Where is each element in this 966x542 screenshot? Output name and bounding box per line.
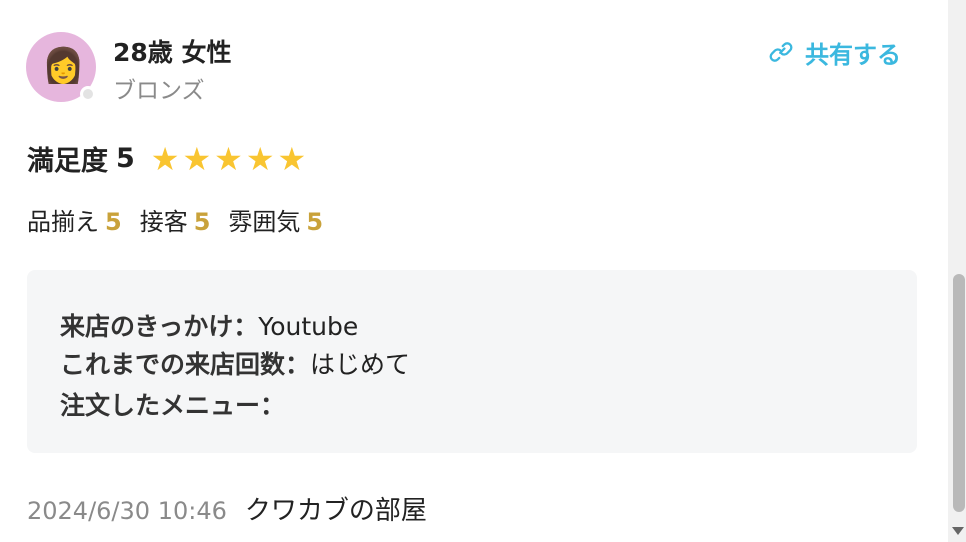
visit-trigger-row: 来店のきっかけ：Youtube bbox=[60, 307, 358, 343]
scroll-down-arrow-icon[interactable] bbox=[952, 527, 964, 535]
review-footer: 2024/6/30 10:46 クワカブの部屋 bbox=[27, 490, 427, 527]
sub-rating-score: 5 bbox=[193, 208, 211, 236]
link-icon bbox=[769, 42, 793, 62]
visit-trigger-label: 来店のきっかけ： bbox=[60, 312, 259, 341]
satisfaction-rating: 満足度 5 ★ ★ ★ ★ ★ bbox=[27, 139, 309, 178]
sub-rating-score: 5 bbox=[306, 208, 324, 236]
person-icon: 👩 bbox=[42, 46, 85, 86]
user-rank: ブロンズ bbox=[113, 78, 205, 104]
status-dot bbox=[80, 86, 96, 102]
satisfaction-label: 満足度 bbox=[27, 146, 108, 177]
star-icon: ★ bbox=[245, 139, 275, 178]
ordered-menu-label: 注文したメニュー： bbox=[60, 391, 286, 420]
scrollbar-thumb[interactable] bbox=[953, 274, 965, 512]
shop-name[interactable]: クワカブの部屋 bbox=[245, 490, 427, 527]
review-card: 👩 28歳 女性 ブロンズ 共有する 満足度 5 ★ ★ ★ ★ ★ 品揃え 5… bbox=[0, 0, 948, 542]
visit-trigger-value: Youtube bbox=[258, 312, 359, 341]
sub-rating-selection: 品揃え 5 bbox=[27, 202, 122, 237]
avatar[interactable]: 👩 bbox=[26, 32, 96, 102]
sub-rating-label: 接客 bbox=[139, 208, 188, 236]
sub-rating-label: 品揃え bbox=[27, 208, 99, 236]
review-date: 2024/6/30 10:46 bbox=[27, 497, 227, 525]
sub-rating-label: 雰囲気 bbox=[228, 208, 301, 236]
sub-ratings: 品揃え 5 接客 5 雰囲気 5 bbox=[27, 202, 341, 237]
visit-info-box: 来店のきっかけ：Youtube これまでの来店回数：はじめて 注文したメニュー： bbox=[27, 270, 917, 453]
star-rating: ★ ★ ★ ★ ★ bbox=[151, 141, 309, 177]
page: 👩 28歳 女性 ブロンズ 共有する 満足度 5 ★ ★ ★ ★ ★ 品揃え 5… bbox=[0, 0, 966, 542]
visit-count-label: これまでの来店回数： bbox=[60, 350, 311, 379]
sub-rating-score: 5 bbox=[105, 208, 122, 236]
sub-rating-atmosphere: 雰囲気 5 bbox=[228, 202, 323, 237]
share-button[interactable]: 共有する bbox=[767, 36, 901, 69]
star-icon: ★ bbox=[182, 139, 212, 178]
share-label: 共有する bbox=[805, 40, 901, 69]
visit-count-value: はじめて bbox=[310, 350, 411, 379]
satisfaction-score: 5 bbox=[116, 143, 135, 174]
star-icon: ★ bbox=[214, 139, 243, 178]
scrollbar[interactable] bbox=[948, 0, 966, 542]
user-name: 28歳 女性 bbox=[113, 38, 232, 67]
visit-count-row: これまでの来店回数：はじめて bbox=[60, 345, 410, 381]
sub-rating-service: 接客 5 bbox=[140, 202, 211, 237]
star-icon: ★ bbox=[150, 139, 180, 178]
ordered-menu-row: 注文したメニュー： bbox=[60, 386, 285, 422]
star-icon: ★ bbox=[277, 139, 307, 178]
